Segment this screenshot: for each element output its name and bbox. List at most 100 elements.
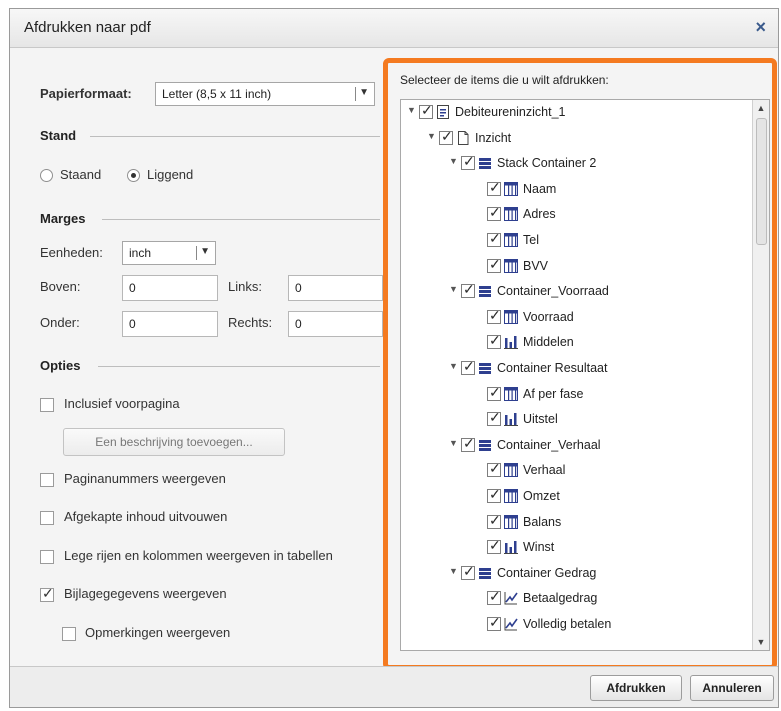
tree-item-checkbox[interactable]: ✓ — [487, 409, 501, 427]
divider — [90, 136, 380, 137]
left-margin-input[interactable]: 0 — [288, 275, 383, 301]
tree-item-checkbox[interactable]: ✓ — [487, 486, 501, 503]
expand-toggle-icon[interactable]: ▼ — [427, 131, 436, 141]
tree-item[interactable]: ✓ Betaalgedrag — [401, 588, 751, 609]
units-select[interactable]: inch ▼ — [122, 241, 216, 265]
options-section-title: Opties — [40, 358, 81, 373]
tree-item-checkbox[interactable]: ✓ — [487, 256, 501, 273]
tree-item[interactable]: ✓ Naam — [401, 179, 751, 200]
tree-item-checkbox[interactable]: ✓ — [461, 281, 475, 299]
tree-item[interactable]: ✓ Adres — [401, 204, 751, 225]
container-icon — [478, 438, 492, 452]
scroll-up-icon[interactable]: ▲ — [753, 100, 769, 116]
tree-item[interactable]: ✓ Uitstel — [401, 409, 751, 430]
empty-rows-checkbox[interactable] — [40, 550, 54, 564]
tree-item-checkbox[interactable]: ✓ — [487, 512, 501, 529]
settings-panel: Papierformaat: Letter (8,5 x 11 inch) ▼ … — [10, 48, 385, 648]
include-cover-checkbox[interactable] — [40, 398, 54, 412]
tree-scrollbar[interactable]: ▲ ▼ — [752, 100, 769, 650]
tree-item-checkbox[interactable]: ✓ — [487, 204, 501, 222]
top-margin-label: Boven: — [40, 279, 81, 294]
tree-item-checkbox[interactable]: ✓ — [487, 384, 501, 401]
scroll-thumb[interactable] — [756, 118, 767, 245]
bottom-margin-input[interactable]: 0 — [122, 311, 218, 337]
checkmark-icon: ✓ — [489, 409, 501, 426]
tree-item-checkbox[interactable]: ✓ — [487, 537, 501, 555]
checkmark-icon: ✓ — [489, 332, 501, 349]
portrait-label: Staand — [60, 167, 102, 182]
checkmark-icon: ✓ — [42, 585, 54, 601]
tree-item-checkbox[interactable]: ✓ — [461, 358, 475, 375]
page-numbers-checkbox[interactable] — [40, 473, 54, 487]
units-value: inch — [129, 246, 152, 260]
scroll-down-icon[interactable]: ▼ — [753, 634, 769, 650]
tree-item[interactable]: ▼ ✓ Debiteureninzicht_1 — [401, 102, 751, 123]
tree-item[interactable]: ▼ ✓ Container Gedrag — [401, 563, 751, 584]
tree-item-label: Balans — [523, 514, 562, 529]
tree-item[interactable]: ✓ Volledig betalen — [401, 614, 751, 635]
tree-item[interactable]: ▼ ✓ Container_Voorraad — [401, 281, 751, 302]
units-label: Eenheden: — [40, 245, 103, 260]
bar-chart-icon — [504, 335, 518, 350]
bar-chart-icon — [504, 412, 518, 427]
tree-item[interactable]: ▼ ✓ Inzicht — [401, 128, 751, 149]
notes-checkbox[interactable] — [62, 627, 76, 641]
margins-section-title: Marges — [40, 211, 86, 226]
dialog-footer: Afdrukken Annuleren — [10, 666, 778, 707]
expand-content-checkbox[interactable] — [40, 511, 54, 525]
tree-item-checkbox[interactable]: ✓ — [461, 153, 475, 171]
expand-toggle-icon[interactable]: ▼ — [407, 105, 416, 115]
expand-toggle-icon[interactable]: ▼ — [449, 361, 458, 371]
top-margin-input[interactable]: 0 — [122, 275, 218, 301]
expand-toggle-icon[interactable]: ▼ — [449, 566, 458, 576]
select-divider — [196, 246, 197, 260]
right-margin-input[interactable]: 0 — [288, 311, 383, 337]
tree-item-checkbox[interactable]: ✓ — [487, 460, 501, 478]
notes-label: Opmerkingen weergeven — [85, 625, 231, 640]
tree-item-checkbox[interactable]: ✓ — [487, 614, 501, 631]
container-icon — [478, 156, 492, 170]
print-button[interactable]: Afdrukken — [590, 675, 682, 701]
tree-item[interactable]: ▼ ✓ Stack Container 2 — [401, 153, 751, 174]
tree-item-checkbox[interactable]: ✓ — [487, 230, 501, 247]
divider — [98, 366, 380, 367]
tree-item[interactable]: ▼ ✓ Container_Verhaal — [401, 435, 751, 456]
tree-item[interactable]: ✓ Winst — [401, 537, 751, 558]
tree-item[interactable]: ✓ Voorraad — [401, 307, 751, 328]
items-tree[interactable]: ▲ ▼ ▼ ✓ Debiteureninzicht_1 ▼ ✓ Inzicht ▼ ✓ Stac… — [400, 99, 770, 651]
tree-item-checkbox[interactable]: ✓ — [461, 435, 475, 452]
cancel-button[interactable]: Annuleren — [690, 675, 774, 701]
tree-item-checkbox[interactable]: ✓ — [461, 563, 475, 580]
tree-item-checkbox[interactable]: ✓ — [487, 179, 501, 196]
appendix-checkbox[interactable]: ✓ — [40, 585, 54, 602]
expand-toggle-icon[interactable]: ▼ — [449, 284, 458, 294]
tree-item[interactable]: ✓ Balans — [401, 512, 751, 533]
close-icon[interactable]: × — [755, 17, 766, 38]
dialog-title: Afdrukken naar pdf — [24, 19, 151, 36]
tree-item-label: Middelen — [523, 335, 574, 350]
tree-item-checkbox[interactable]: ✓ — [487, 332, 501, 350]
landscape-radio[interactable] — [127, 169, 140, 182]
tree-item[interactable]: ✓ Verhaal — [401, 460, 751, 481]
add-description-button[interactable]: Een beschrijving toevoegen... — [63, 428, 285, 456]
checkmark-icon: ✓ — [463, 358, 475, 374]
paper-size-value: Letter (8,5 x 11 inch) — [162, 87, 272, 101]
tree-item-checkbox[interactable]: ✓ — [419, 102, 433, 119]
portrait-radio[interactable] — [40, 169, 53, 182]
tree-item[interactable]: ✓ Af per fase — [401, 384, 751, 405]
tree-item[interactable]: ✓ Tel — [401, 230, 751, 251]
include-cover-label: Inclusief voorpagina — [64, 396, 180, 411]
tree-item-checkbox[interactable]: ✓ — [439, 128, 453, 145]
tree-item[interactable]: ✓ BVV — [401, 256, 751, 277]
tree-item[interactable]: ✓ Middelen — [401, 332, 751, 353]
tree-item[interactable]: ✓ Omzet — [401, 486, 751, 507]
expand-toggle-icon[interactable]: ▼ — [449, 156, 458, 166]
tree-item-checkbox[interactable]: ✓ — [487, 307, 501, 324]
tree-item-label: Inzicht — [475, 130, 512, 145]
paper-size-select[interactable]: Letter (8,5 x 11 inch) ▼ — [155, 82, 375, 106]
tree-item-label: Volledig betalen — [523, 617, 612, 631]
checkmark-icon: ✓ — [421, 102, 433, 118]
tree-item-checkbox[interactable]: ✓ — [487, 588, 501, 606]
tree-item[interactable]: ▼ ✓ Container Resultaat — [401, 358, 751, 379]
expand-toggle-icon[interactable]: ▼ — [449, 438, 458, 448]
